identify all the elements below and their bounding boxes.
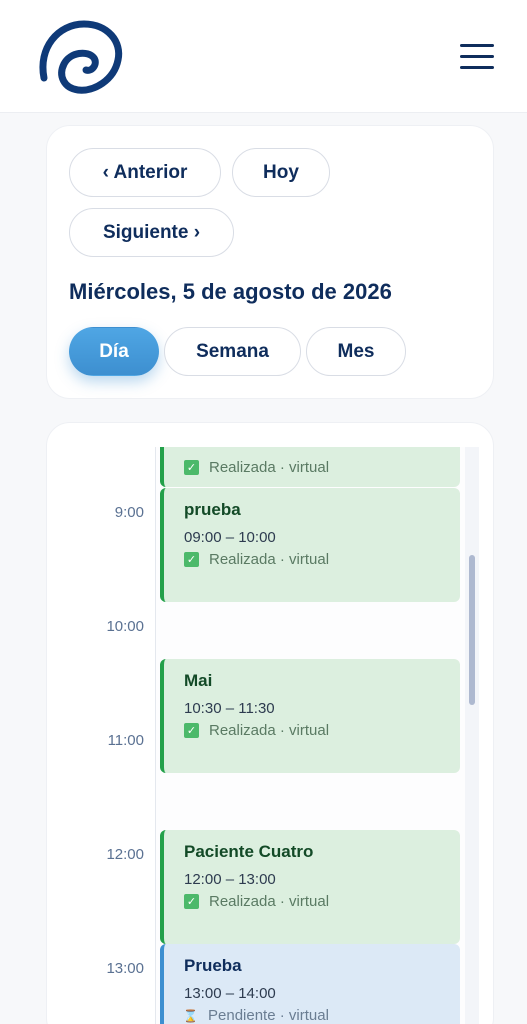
time-axis: 9:00 10:00 11:00 12:00 13:00 bbox=[47, 447, 155, 1024]
time-label: 11:00 bbox=[107, 732, 144, 749]
hamburger-menu-icon[interactable] bbox=[457, 42, 497, 72]
event-status: ✓ Realizada · virtual bbox=[184, 551, 460, 568]
event-title: prueba bbox=[184, 500, 241, 519]
scrollbar[interactable] bbox=[465, 447, 479, 1024]
time-label: 13:00 bbox=[106, 960, 144, 977]
view-day-button[interactable]: Día bbox=[69, 327, 159, 376]
hourglass-icon: ⌛ bbox=[183, 1008, 198, 1023]
calendar-scroll-area[interactable]: 9:00 10:00 11:00 12:00 13:00 ✓ Realizada… bbox=[47, 447, 493, 1024]
current-date-title: Miércoles, 5 de agosto de 2026 bbox=[69, 279, 392, 304]
spiral-logo-icon[interactable] bbox=[36, 18, 126, 96]
calendar-toolbar: ‹ Anterior Hoy Siguiente › Miércoles, 5 … bbox=[46, 125, 494, 399]
day-column: ✓ Realizada · virtual prueba 09:00 – 10:… bbox=[155, 447, 465, 1024]
event-status-text: Realizada · virtual bbox=[209, 722, 330, 739]
event-title: Paciente Cuatro bbox=[184, 842, 314, 861]
checkmark-icon: ✓ bbox=[184, 552, 199, 567]
day-calendar: 9:00 10:00 11:00 12:00 13:00 ✓ Realizada… bbox=[46, 422, 494, 1024]
view-week-button[interactable]: Semana bbox=[164, 327, 301, 376]
event-status-text: Realizada · virtual bbox=[209, 551, 330, 568]
event-status: ✓ Realizada · virtual bbox=[184, 459, 460, 476]
event-time: 13:00 – 14:00 bbox=[184, 985, 276, 1002]
event-status: ✓ Realizada · virtual bbox=[184, 722, 460, 739]
view-month-button[interactable]: Mes bbox=[306, 327, 406, 376]
event-card[interactable]: Mai 10:30 – 11:30 ✓ Realizada · virtual bbox=[160, 659, 460, 773]
event-card[interactable]: Paciente Cuatro 12:00 – 13:00 ✓ Realizad… bbox=[160, 830, 460, 944]
today-button[interactable]: Hoy bbox=[232, 148, 330, 197]
time-label: 10:00 bbox=[106, 618, 144, 635]
event-status-text: Realizada · virtual bbox=[209, 459, 330, 476]
checkmark-icon: ✓ bbox=[184, 894, 199, 909]
next-button[interactable]: Siguiente › bbox=[69, 208, 234, 257]
time-label: 9:00 bbox=[114, 504, 144, 521]
event-status: ✓ Realizada · virtual bbox=[184, 893, 460, 910]
event-title: Mai bbox=[184, 671, 213, 690]
checkmark-icon: ✓ bbox=[184, 723, 199, 738]
event-status-text: Realizada · virtual bbox=[209, 893, 330, 910]
event-card[interactable]: Prueba 13:00 – 14:00 ⌛ Pendiente · virtu… bbox=[160, 944, 460, 1024]
checkmark-icon: ✓ bbox=[184, 460, 199, 475]
event-card[interactable]: prueba 09:00 – 10:00 ✓ Realizada · virtu… bbox=[160, 488, 460, 602]
top-header bbox=[0, 0, 527, 113]
event-time: 10:30 – 11:30 bbox=[184, 700, 275, 717]
event-title: Prueba bbox=[184, 956, 242, 975]
previous-button[interactable]: ‹ Anterior bbox=[69, 148, 221, 197]
scrollbar-thumb[interactable] bbox=[469, 555, 475, 705]
event-card[interactable]: ✓ Realizada · virtual bbox=[160, 447, 460, 487]
event-time: 09:00 – 10:00 bbox=[184, 529, 276, 546]
event-time: 12:00 – 13:00 bbox=[184, 871, 276, 888]
time-label: 12:00 bbox=[106, 846, 144, 863]
event-status: ⌛ Pendiente · virtual bbox=[183, 1007, 460, 1024]
event-status-text: Pendiente · virtual bbox=[208, 1007, 329, 1024]
